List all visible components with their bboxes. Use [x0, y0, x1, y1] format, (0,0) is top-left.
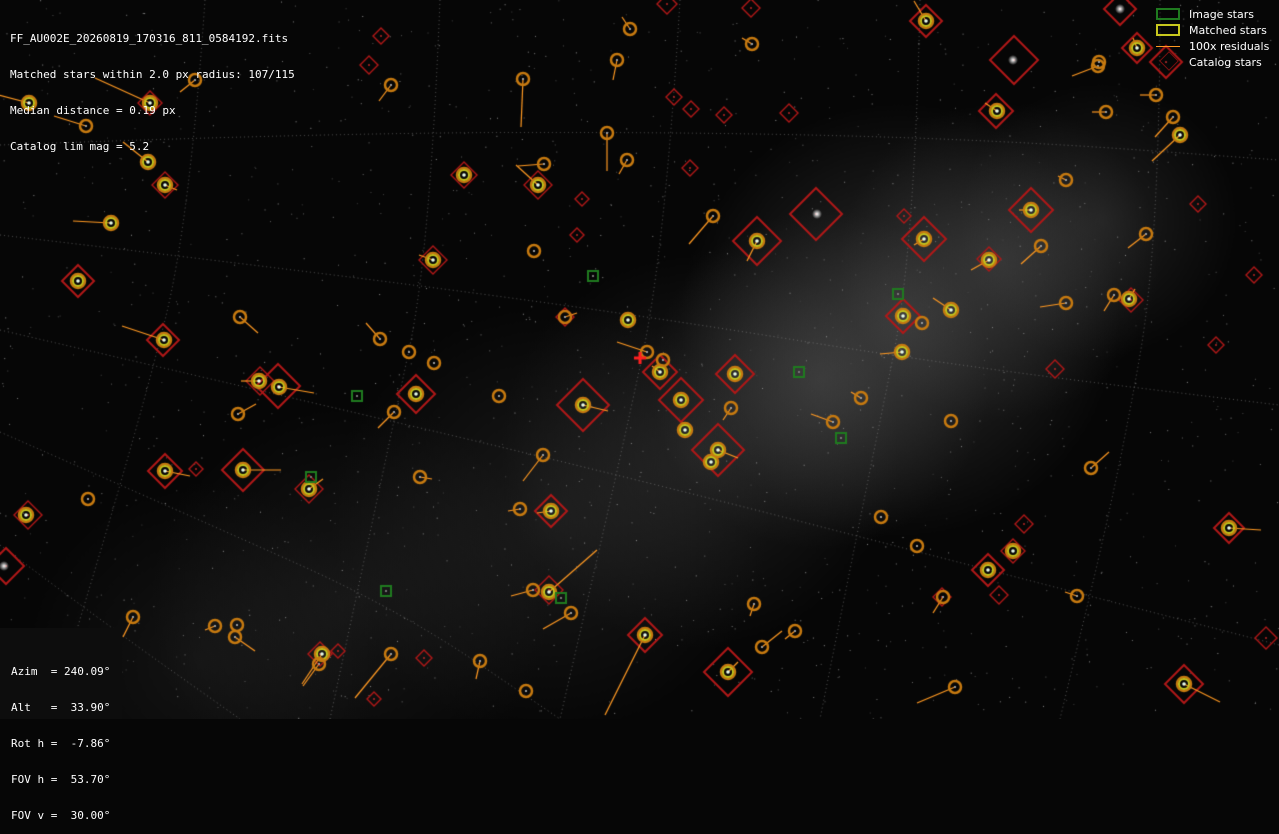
fov-horizontal-text: FOV h = 53.70°	[11, 773, 111, 786]
catalog-limit-text: Catalog lim mag = 5.2	[10, 140, 150, 153]
pointing-info: Azim = 240.09° Alt = 33.90° Rot h = -7.8…	[0, 628, 122, 822]
altitude-text: Alt = 33.90°	[11, 701, 111, 714]
median-distance-text: Median distance = 0.19 px	[10, 104, 176, 117]
yellow-square-icon	[1156, 24, 1180, 36]
green-square-icon	[1156, 8, 1180, 20]
solution-info: FF_AU002E_20260819_170316_811_0584192.fi…	[10, 9, 295, 165]
legend: Image stars Matched stars 100x residuals…	[1156, 6, 1269, 70]
fits-filename: FF_AU002E_20260819_170316_811_0584192.fi…	[10, 32, 289, 45]
fov-vertical-text: FOV v = 30.00°	[11, 809, 111, 822]
azimuth-text: Azim = 240.09°	[11, 665, 111, 678]
legend-image-stars: Image stars	[1156, 6, 1269, 22]
legend-catalog-stars: Catalog stars	[1156, 54, 1269, 70]
red-diamond-icon	[1156, 56, 1182, 68]
matched-stars-text: Matched stars within 2.0 px radius: 107/…	[10, 68, 295, 81]
legend-residuals: 100x residuals	[1156, 38, 1269, 54]
legend-matched-stars: Matched stars	[1156, 22, 1269, 38]
rotation-text: Rot h = -7.86°	[11, 737, 111, 750]
